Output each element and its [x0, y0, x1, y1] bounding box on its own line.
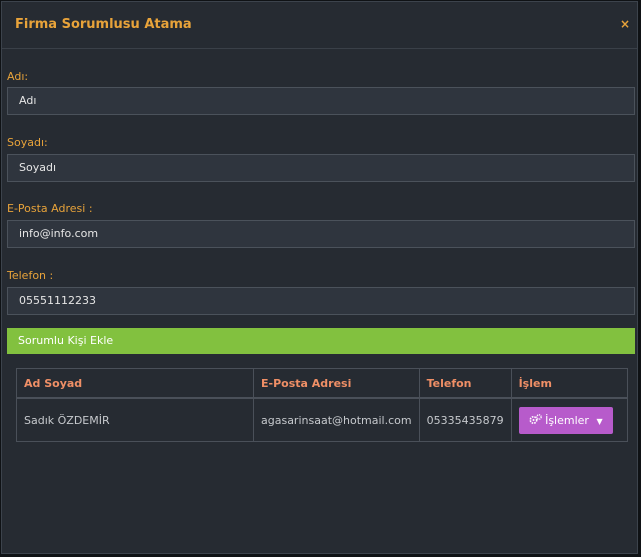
- cell-email: agasarinsaat@hotmail.com: [253, 397, 420, 442]
- phone-field[interactable]: 05551112233: [7, 287, 635, 315]
- cell-actions: İşlemler ▼: [510, 397, 629, 442]
- cell-name: Sadık ÖZDEMİR: [16, 397, 254, 442]
- column-header-name: Ad Soyad: [16, 368, 254, 399]
- actions-dropdown-button[interactable]: İşlemler ▼: [518, 406, 613, 434]
- surname-label: Soyadı:: [7, 136, 48, 149]
- cell-phone: 05335435879: [418, 397, 512, 442]
- cogs-icon: [529, 413, 542, 424]
- column-header-email: E-Posta Adresi: [253, 368, 420, 399]
- name-field[interactable]: Adı: [7, 87, 635, 115]
- add-contact-button[interactable]: Sorumlu Kişi Ekle: [7, 328, 635, 354]
- column-header-actions: İşlem: [510, 368, 629, 399]
- caret-down-icon: ▼: [596, 416, 603, 426]
- modal-header: Firma Sorumlusu Atama ×: [2, 2, 637, 49]
- contacts-table: Ad Soyad E-Posta Adresi Telefon İşlem Sa…: [16, 368, 629, 442]
- table-row: Sadık ÖZDEMİR agasarinsaat@hotmail.com 0…: [16, 397, 629, 442]
- column-header-phone: Telefon: [418, 368, 512, 399]
- close-icon[interactable]: ×: [620, 17, 630, 31]
- surname-field[interactable]: Soyadı: [7, 154, 635, 182]
- phone-label: Telefon :: [7, 269, 54, 282]
- actions-label: İşlemler: [545, 413, 589, 427]
- name-label: Adı:: [7, 70, 29, 83]
- modal-title: Firma Sorumlusu Atama: [15, 17, 192, 32]
- table-header-row: Ad Soyad E-Posta Adresi Telefon İşlem: [16, 368, 629, 399]
- email-field[interactable]: info@info.com: [7, 220, 635, 248]
- email-label: E-Posta Adresi :: [7, 202, 93, 215]
- assign-contact-modal: Firma Sorumlusu Atama × Adı: Adı Soyadı:…: [1, 1, 638, 554]
